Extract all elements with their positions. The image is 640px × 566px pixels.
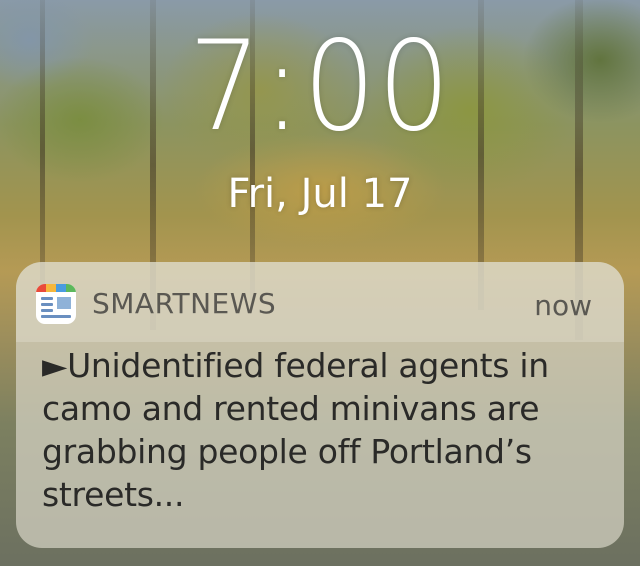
notification-header: SMARTNEWS now [16, 262, 624, 342]
notification-app-name: SMARTNEWS [92, 287, 277, 320]
notification-card[interactable]: SMARTNEWS now ►Unidentified federal agen… [16, 262, 624, 548]
notification-message: ►Unidentified federal agents in camo and… [42, 346, 549, 514]
lock-screen: 7:00 Fri, Jul 17 SMARTNEWS now ►Unidenti… [0, 0, 640, 566]
lock-screen-time: 7:00 [188, 15, 452, 159]
notification-timestamp: now [534, 289, 592, 322]
smartnews-app-icon [36, 284, 76, 324]
lock-screen-date: Fri, Jul 17 [227, 171, 413, 217]
